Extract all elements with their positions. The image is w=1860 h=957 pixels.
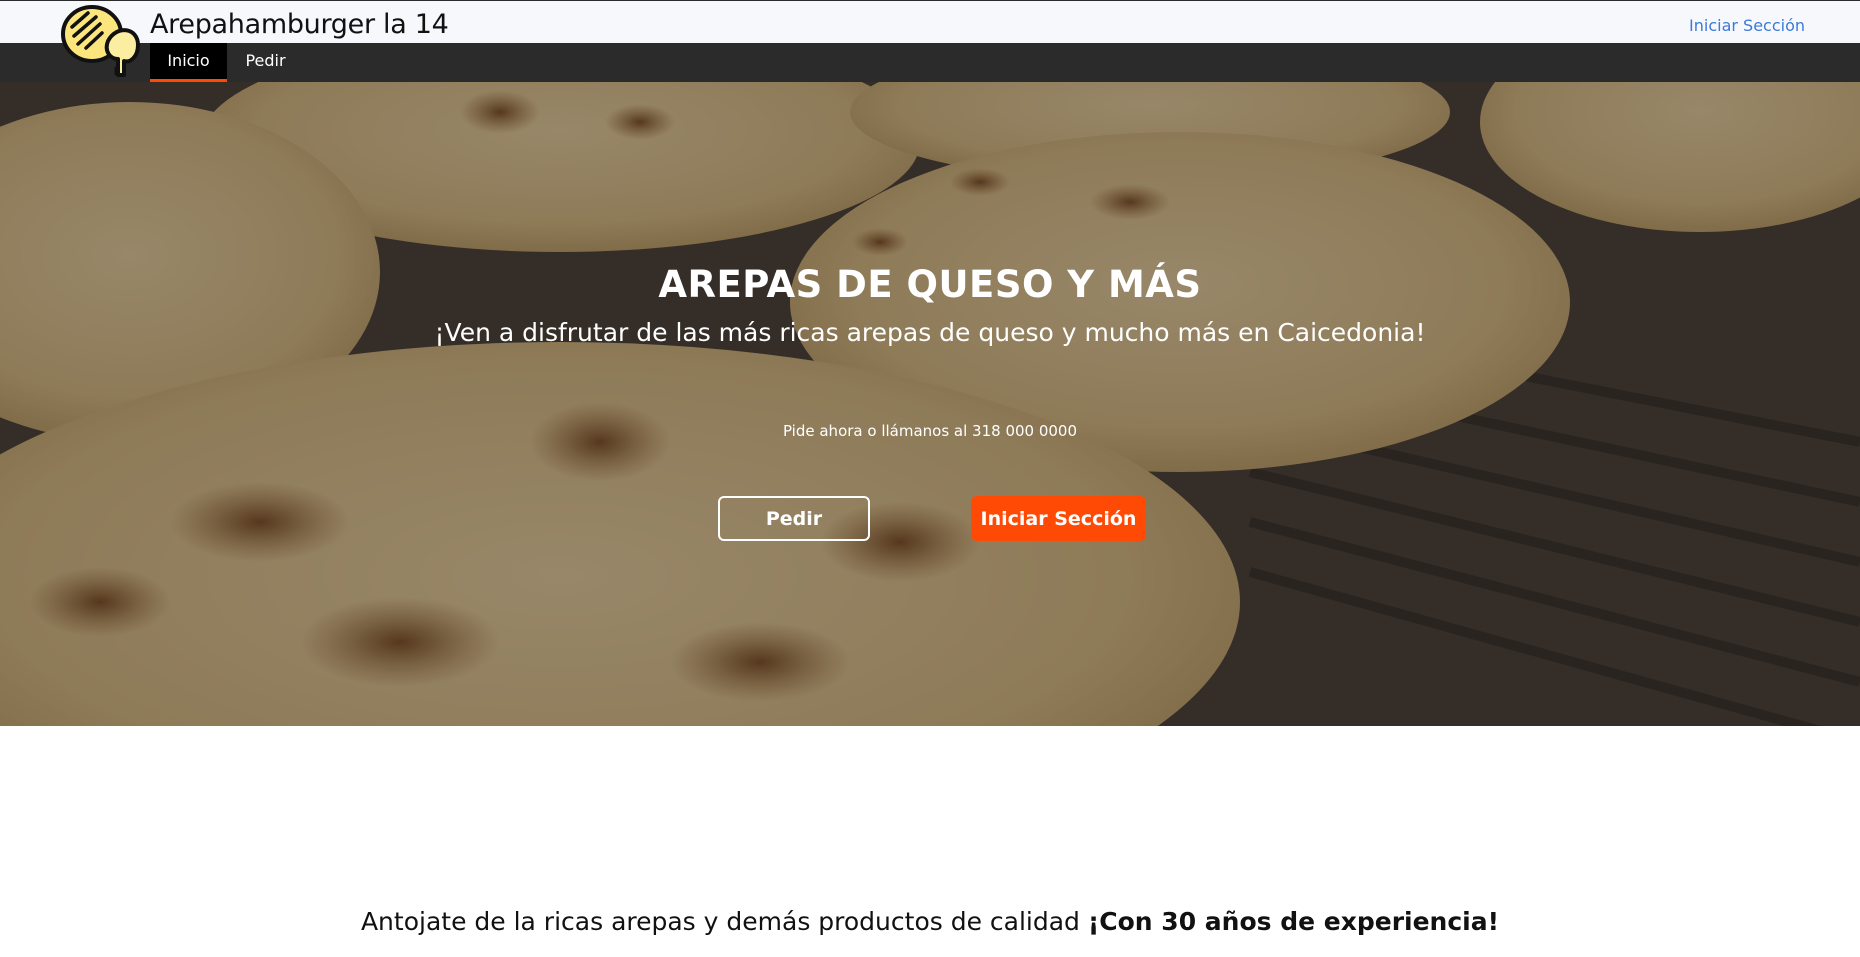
arepa-logo-icon[interactable] <box>58 3 142 79</box>
top-header: Arepahamburger la 14 Iniciar Sección <box>0 0 1860 77</box>
tagline-emphasis: ¡Con 30 años de experiencia! <box>1087 907 1500 936</box>
hero-overlay <box>0 82 1860 726</box>
order-button[interactable]: Pedir <box>718 496 870 541</box>
login-button[interactable]: Iniciar Sección <box>971 496 1146 541</box>
tagline-text: Antojate de la ricas arepas y demás prod… <box>360 907 1088 936</box>
nav-item-pedir[interactable]: Pedir <box>227 43 304 82</box>
brand-name[interactable]: Arepahamburger la 14 <box>150 9 449 40</box>
hero-call-text: Pide ahora o llámanos al 318 000 0000 <box>782 422 1078 440</box>
hero-subtitle: ¡Ven a disfrutar de las más ricas arepas… <box>434 318 1426 347</box>
tagline: Antojate de la ricas arepas y demás prod… <box>0 907 1860 936</box>
main-navbar: Inicio Pedir <box>0 43 1860 82</box>
hero-title: AREPAS DE QUESO Y MÁS <box>658 263 1202 306</box>
top-login-link[interactable]: Iniciar Sección <box>1689 16 1805 35</box>
hero-banner: AREPAS DE QUESO Y MÁS ¡Ven a disfrutar d… <box>0 82 1860 726</box>
nav-item-inicio[interactable]: Inicio <box>150 43 227 82</box>
